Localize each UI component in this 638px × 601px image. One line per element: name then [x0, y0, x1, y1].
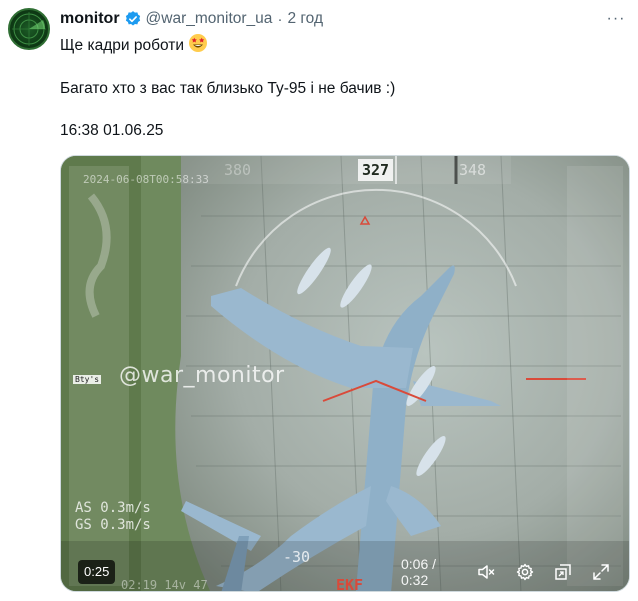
tweet-text-line-2: Багато хто з вас так близько Ту-95 і не … — [60, 80, 396, 97]
hud-bottom-readout: 02:19 14v 47 — [121, 578, 208, 592]
mute-icon[interactable] — [476, 560, 497, 584]
video-player[interactable]: 380 327 348 2024-06-08T00:58:33 Bty's AS… — [60, 155, 630, 592]
video-controls: 0:06 / 0:32 — [401, 556, 629, 588]
user-handle[interactable]: @war_monitor_ua — [146, 10, 273, 28]
hud-pitch: -30 — [283, 548, 311, 566]
video-watermark: @war_monitor — [119, 363, 285, 388]
star-struck-emoji-icon — [188, 33, 208, 59]
duration-badge: 0:25 — [78, 560, 116, 584]
settings-icon[interactable] — [514, 560, 535, 584]
hud-battery-tag: Bty's — [73, 375, 102, 384]
more-options-icon[interactable]: ··· — [604, 8, 628, 30]
hud-date-stamp: 2024-06-08T00:58:33 — [83, 173, 209, 186]
hud-mode: EKF — [336, 576, 364, 592]
hud-groundspeed: GS 0.3m/s — [75, 517, 151, 533]
video-timecode: 0:06 / 0:32 — [401, 556, 437, 588]
tweet: monitor @war_monitor_ua · 2 год ··· Ще к… — [0, 0, 638, 601]
timestamp[interactable]: 2 год — [287, 10, 323, 28]
tweet-header: monitor @war_monitor_ua · 2 год — [60, 9, 323, 29]
tweet-text: Ще кадри роботи — [60, 37, 184, 54]
tweet-text-line-1: Ще кадри роботи — [60, 33, 208, 59]
tweet-text-line-3: 16:38 01.06.25 — [60, 122, 164, 139]
hud-heading-right: 348 — [459, 161, 487, 179]
fullscreen-icon[interactable] — [591, 560, 612, 584]
hud-heading: 327 — [358, 159, 394, 181]
picture-in-picture-icon[interactable] — [552, 560, 573, 584]
separator-dot: · — [277, 10, 283, 28]
hud-airspeed: AS 0.3m/s — [75, 500, 151, 516]
verified-badge-icon — [124, 10, 142, 28]
hud-heading-left: 380 — [224, 161, 252, 179]
display-name[interactable]: monitor — [60, 10, 120, 28]
avatar[interactable] — [8, 8, 50, 50]
